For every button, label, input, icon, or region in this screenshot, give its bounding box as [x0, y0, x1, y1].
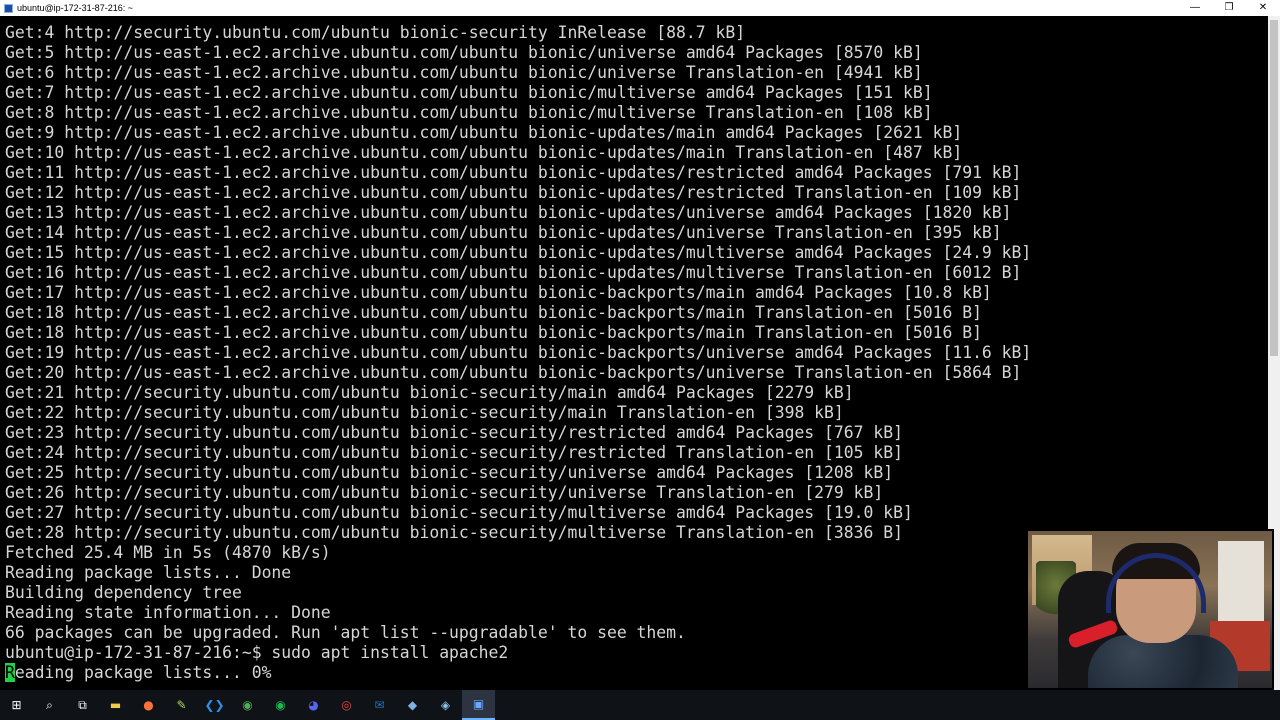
chrome-button[interactable]: ◉ [231, 690, 264, 720]
scrollbar-thumb[interactable] [1270, 20, 1278, 356]
terminal-line: 66 packages can be upgraded. Run 'apt li… [5, 623, 686, 642]
obs-button[interactable]: ◎ [330, 690, 363, 720]
terminal-current-line: Reading package lists... 0% [5, 663, 1031, 683]
discord-icon: ◕ [308, 698, 319, 712]
terminal-line: Get:20 http://us-east-1.ec2.archive.ubun… [5, 363, 1022, 382]
search-button[interactable]: ⌕ [33, 690, 66, 720]
terminal-line: Fetched 25.4 MB in 5s (4870 kB/s) [5, 543, 331, 562]
app-icon: ◆ [407, 698, 418, 712]
terminal-line: Get:9 http://us-east-1.ec2.archive.ubunt… [5, 123, 963, 142]
app-button-2[interactable]: ◈ [429, 690, 462, 720]
taskbar: ⊞ ⌕ ⧉ ▬ ● ✎ ❮❯ ◉ ◉ ◕ ◎ ✉ ◆ ◈ ▣ [0, 690, 1280, 720]
chrome-icon: ◉ [242, 698, 253, 712]
terminal-line: Get:25 http://security.ubuntu.com/ubuntu… [5, 463, 894, 482]
vscode-button[interactable]: ❮❯ [198, 690, 231, 720]
terminal-line: Get:6 http://us-east-1.ec2.archive.ubunt… [5, 63, 923, 82]
terminal-line: Get:4 http://security.ubuntu.com/ubuntu … [5, 23, 746, 42]
terminal-line: Get:24 http://security.ubuntu.com/ubuntu… [5, 443, 903, 462]
terminal-line: Get:17 http://us-east-1.ec2.archive.ubun… [5, 283, 992, 302]
title-bar[interactable]: ubuntu@ip-172-31-87-216: ~ — ❐ ✕ [0, 0, 1280, 16]
putty-icon [4, 3, 13, 13]
terminal-line: Get:22 http://security.ubuntu.com/ubuntu… [5, 403, 844, 422]
folder-icon: ▬ [109, 698, 122, 712]
terminal-line: Get:13 http://us-east-1.ec2.archive.ubun… [5, 203, 1012, 222]
terminal-line: Get:11 http://us-east-1.ec2.archive.ubun… [5, 163, 1022, 182]
terminal-line: Reading package lists... Done [5, 563, 292, 582]
terminal-line: Get:10 http://us-east-1.ec2.archive.ubun… [5, 143, 963, 162]
terminal-line: Get:8 http://us-east-1.ec2.archive.ubunt… [5, 103, 933, 122]
file-explorer-button[interactable]: ▬ [99, 690, 132, 720]
mail-icon: ✉ [374, 698, 385, 712]
firefox-button[interactable]: ● [132, 690, 165, 720]
putty-button[interactable]: ▣ [462, 690, 495, 720]
terminal-icon: ▣ [472, 697, 485, 711]
terminal-line: Get:14 http://us-east-1.ec2.archive.ubun… [5, 223, 1002, 242]
close-button[interactable]: ✕ [1246, 0, 1280, 16]
network-icon: ◈ [440, 698, 451, 712]
start-button[interactable]: ⊞ [0, 690, 33, 720]
task-view-button[interactable]: ⧉ [66, 690, 99, 720]
notepad-icon: ✎ [176, 698, 187, 712]
spotify-button[interactable]: ◉ [264, 690, 297, 720]
app-button-1[interactable]: ◆ [396, 690, 429, 720]
notepadpp-button[interactable]: ✎ [165, 690, 198, 720]
firefox-icon: ● [143, 698, 154, 712]
terminal-cursor: R [5, 663, 15, 682]
terminal-line: Get:16 http://us-east-1.ec2.archive.ubun… [5, 263, 1022, 282]
terminal-line: Get:18 http://us-east-1.ec2.archive.ubun… [5, 323, 982, 342]
terminal-line: Get:23 http://security.ubuntu.com/ubuntu… [5, 423, 903, 442]
terminal-line: Reading state information... Done [5, 603, 331, 622]
terminal-line: Get:12 http://us-east-1.ec2.archive.ubun… [5, 183, 1022, 202]
minimize-button[interactable]: — [1178, 0, 1212, 16]
terminal-line: Get:5 http://us-east-1.ec2.archive.ubunt… [5, 43, 923, 62]
webcam-person-body [1088, 635, 1238, 688]
window-title: ubuntu@ip-172-31-87-216: ~ [17, 3, 133, 13]
terminal-line: Get:19 http://us-east-1.ec2.archive.ubun… [5, 343, 1032, 362]
terminal-progress-text: eading package lists... 0% [14, 663, 272, 682]
terminal-lines: Get:4 http://security.ubuntu.com/ubuntu … [5, 23, 1031, 683]
terminal-line: Get:21 http://security.ubuntu.com/ubuntu… [5, 383, 854, 402]
webcam-door [1218, 541, 1264, 631]
terminal-line: ubuntu@ip-172-31-87-216:~$ sudo apt inst… [5, 643, 509, 662]
terminal-line: Get:28 http://security.ubuntu.com/ubuntu… [5, 523, 903, 542]
maximize-button[interactable]: ❐ [1212, 0, 1246, 16]
webcam-overlay [1026, 529, 1274, 690]
terminal-line: Get:18 http://us-east-1.ec2.archive.ubun… [5, 303, 982, 322]
spotify-icon: ◉ [275, 698, 286, 712]
search-icon: ⌕ [46, 698, 53, 712]
terminal-line: Get:26 http://security.ubuntu.com/ubuntu… [5, 483, 884, 502]
terminal-line: Building dependency tree [5, 583, 242, 602]
outlook-button[interactable]: ✉ [363, 690, 396, 720]
discord-button[interactable]: ◕ [297, 690, 330, 720]
terminal-line: Get:27 http://security.ubuntu.com/ubuntu… [5, 503, 913, 522]
record-icon: ◎ [341, 698, 352, 712]
terminal-line: Get:7 http://us-east-1.ec2.archive.ubunt… [5, 83, 933, 102]
terminal-line: Get:15 http://us-east-1.ec2.archive.ubun… [5, 243, 1032, 262]
vscode-icon: ❮❯ [204, 698, 225, 712]
windows-logo-icon: ⊞ [11, 698, 22, 712]
task-view-icon: ⧉ [78, 698, 87, 712]
